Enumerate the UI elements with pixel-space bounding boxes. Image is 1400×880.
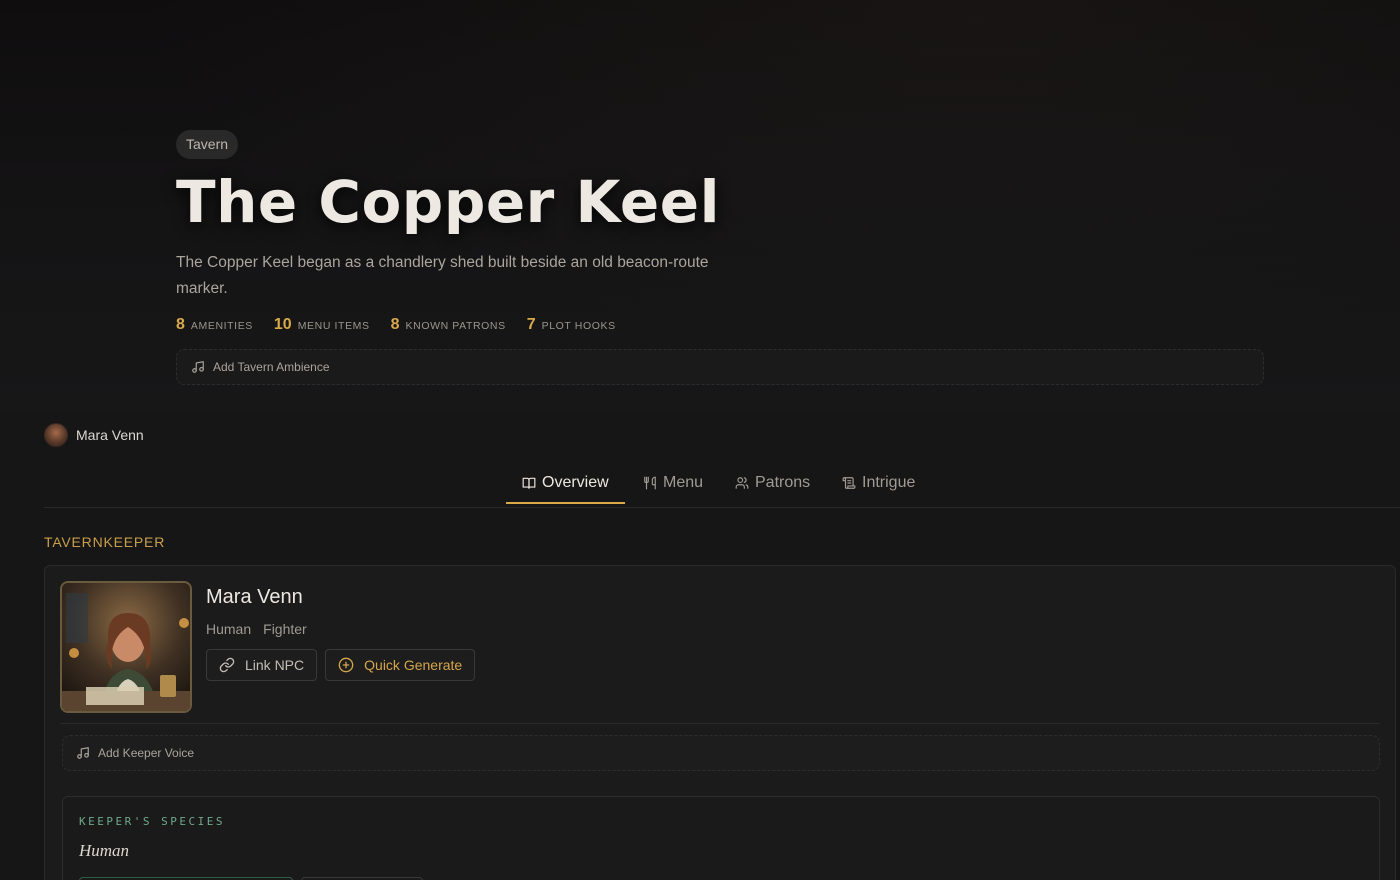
stat-label: Menu Items [297,320,370,332]
quick-generate-button[interactable]: Quick Generate [325,649,476,681]
stat-amenities: 8 Amenities [176,316,253,334]
tab-bar: Overview Menu Patrons Intrigue [44,458,1400,508]
user-name: Mara Venn [76,427,144,443]
keeper-actions: Link NPC Quick Generate [206,649,476,681]
species-value: Human [79,841,130,860]
tab-label: Overview [542,474,609,491]
scroll-icon [842,477,856,489]
category-badge: Tavern [176,130,239,159]
species-label: KEEPER'S SPECIES [79,815,225,828]
book-icon [522,477,536,489]
tab-patrons[interactable]: Patrons [719,458,826,508]
add-keeper-voice-button[interactable]: Add Keeper Voice [62,735,1380,771]
portrait-image [62,583,190,711]
stat-value: 10 [273,316,292,333]
stat-menu-items: 10 Menu Items [274,316,370,334]
user-chip[interactable]: Mara Venn [44,423,144,447]
stat-label: Known Patrons [405,320,506,332]
voice-label: Add Keeper Voice [98,746,195,760]
users-icon [735,477,749,489]
stat-value: 8 [176,316,185,333]
keeper-species-panel: KEEPER'S SPECIES Human [62,796,1380,880]
utensils-icon [644,476,656,490]
tab-label: Intrigue [862,474,916,491]
link-npc-button[interactable]: Link NPC [206,649,318,681]
keeper-portrait [60,581,192,713]
tab-intrigue[interactable]: Intrigue [826,458,931,508]
keeper-tags: Human Fighter [206,621,307,637]
tab-label: Patrons [755,474,811,491]
tavernkeeper-card: Mara Venn Human Fighter Link NPC Quick G… [44,565,1396,880]
divider [60,723,1380,724]
link-icon [219,657,235,673]
stat-plot-hooks: 7 Plot Hooks [527,316,616,334]
stat-value: 7 [526,316,536,333]
button-label: Link NPC [245,657,305,673]
section-label: TAVERNKEEPER [44,534,166,550]
tab-overview[interactable]: Overview [506,458,625,508]
music-note-icon [77,747,89,759]
keeper-name: Mara Venn [206,586,303,608]
button-label: Quick Generate [364,657,463,673]
keeper-class-tag: Fighter [263,621,307,637]
tavern-stats: 8 Amenities 10 Menu Items 8 Known Patron… [176,316,616,334]
avatar [44,423,68,447]
add-tavern-ambience-button[interactable]: Add Tavern Ambience [176,349,1264,385]
stat-known-patrons: 8 Known Patrons [391,316,506,334]
music-note-icon [192,361,204,373]
tab-label: Menu [663,474,704,491]
tavern-description: The Copper Keel began as a chandlery she… [176,254,709,297]
stat-label: Plot Hooks [541,320,616,332]
plus-circle-icon [338,657,354,673]
tab-menu[interactable]: Menu [627,458,719,508]
page-title: The Copper Keel [176,168,720,236]
keeper-species-tag: Human [206,621,252,637]
page: Tavern The Copper Keel The Copper Keel b… [0,0,1400,880]
stat-label: Amenities [190,320,253,332]
ambience-label: Add Tavern Ambience [213,360,330,374]
stat-value: 8 [390,316,400,333]
